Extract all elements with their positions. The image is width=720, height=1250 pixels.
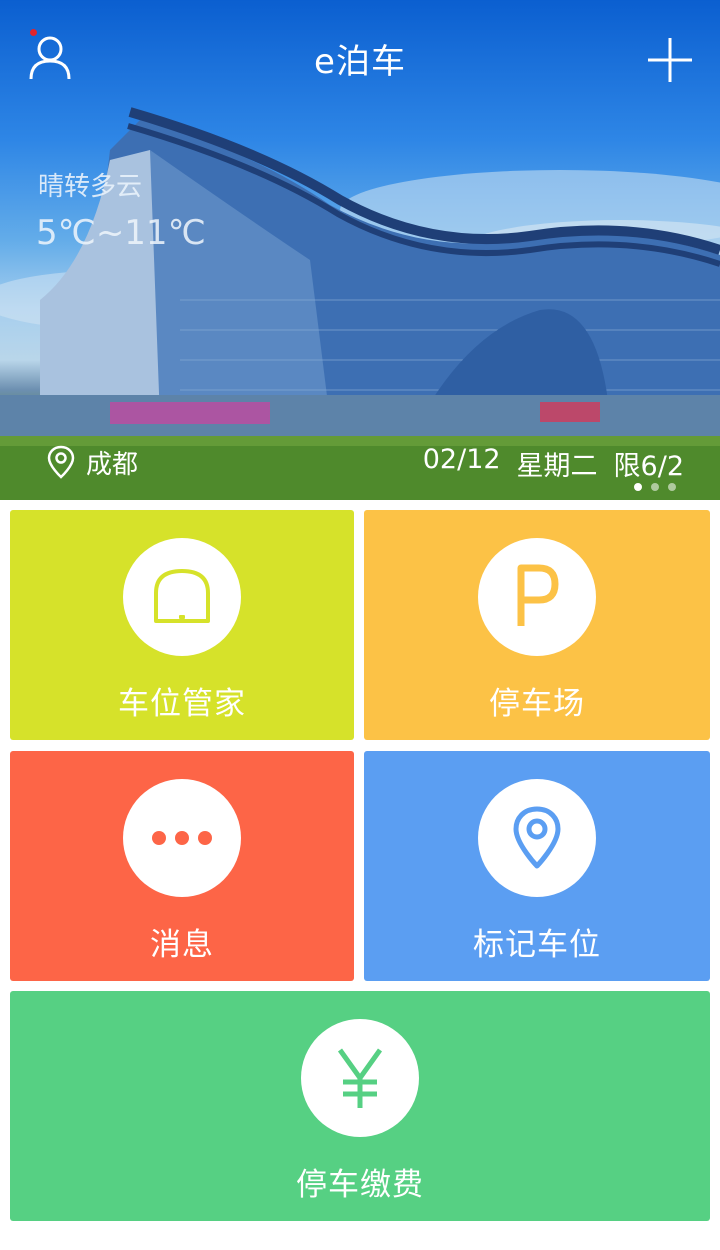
yen-icon [337, 1048, 383, 1108]
tile-messages[interactable]: 消息 [10, 751, 354, 981]
city-name: 成都 [86, 449, 139, 480]
carousel-dot[interactable] [668, 483, 676, 491]
tile-label: 停车缴费 [296, 1167, 424, 1203]
parking-p-icon [517, 564, 559, 626]
date-text: 02/12 [422, 444, 501, 475]
parking-space-icon [154, 569, 210, 623]
carousel-indicator [634, 483, 676, 491]
tile-label: 标记车位 [473, 927, 601, 963]
carousel-dot[interactable] [651, 483, 659, 491]
plus-icon[interactable] [642, 32, 698, 88]
location-pin-icon [47, 445, 75, 479]
tile-icon-circle [123, 779, 241, 897]
city-location[interactable]: 成都 [46, 444, 138, 480]
tile-label: 停车场 [489, 686, 585, 722]
tile-parking-payment[interactable]: 停车缴费 [10, 991, 710, 1221]
tile-icon-circle [478, 779, 596, 897]
tile-mark-parking[interactable]: 标记车位 [364, 751, 710, 981]
weather-temperature: 5℃~11℃ [36, 213, 206, 253]
location-pin-icon [513, 806, 561, 869]
tile-parking-lot[interactable]: 停车场 [364, 510, 710, 740]
tile-icon-circle [123, 538, 241, 656]
tile-label: 消息 [150, 927, 214, 963]
carousel-dot[interactable] [634, 483, 642, 491]
tile-icon-circle [301, 1019, 419, 1137]
message-dots-icon [152, 831, 212, 845]
tile-label: 车位管家 [118, 686, 246, 722]
date-restriction-info: 02/12 星期二 限6/2 [423, 444, 684, 483]
weekday-text: 星期二 [516, 451, 598, 482]
tile-parking-manager[interactable]: 车位管家 [10, 510, 354, 740]
traffic-restriction-text: 限6/2 [613, 451, 684, 482]
weather-description: 晴转多云 [38, 172, 143, 202]
tile-icon-circle [478, 538, 596, 656]
hero-banner[interactable]: e泊车 晴转多云 5℃~11℃ 成都 02/12 星期二 限6/2 [0, 0, 720, 500]
app-title: e泊车 [314, 42, 406, 82]
